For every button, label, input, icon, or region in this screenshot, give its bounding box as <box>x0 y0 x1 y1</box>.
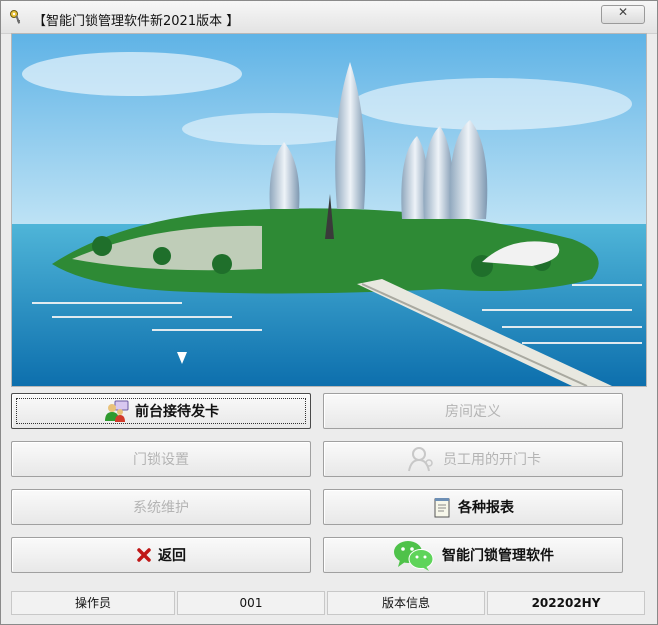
system-maintenance-button[interactable]: 系统维护 <box>11 489 311 525</box>
staff-card-label: 员工用的开门卡 <box>443 452 541 468</box>
key-icon <box>9 9 25 25</box>
red-x-icon <box>136 547 152 563</box>
main-window: 【智能门锁管理软件新2021版本 】 ✕ 前台接待发卡 房间定义 门锁设置 员工… <box>0 0 658 625</box>
title-bar[interactable]: 【智能门锁管理软件新2021版本 】 ✕ <box>1 1 657 34</box>
operator-value: 001 <box>177 591 325 615</box>
people-card-icon <box>103 399 129 423</box>
lock-settings-label: 门锁设置 <box>133 452 189 468</box>
version-label: 版本信息 <box>327 591 485 615</box>
close-icon: ✕ <box>617 5 629 19</box>
reception-card-button[interactable]: 前台接待发卡 <box>11 393 311 429</box>
staff-card-button[interactable]: 员工用的开门卡 <box>323 441 623 477</box>
back-label: 返回 <box>158 548 186 564</box>
notepad-icon <box>432 496 452 518</box>
banner-image <box>11 33 647 387</box>
lock-settings-button[interactable]: 门锁设置 <box>11 441 311 477</box>
system-maintenance-label: 系统维护 <box>133 500 189 516</box>
reports-label: 各种报表 <box>458 500 514 516</box>
status-bar: 操作员 001 版本信息 202202HY <box>11 591 647 615</box>
staff-icon <box>405 446 437 472</box>
version-value: 202202HY <box>487 591 645 615</box>
reports-button[interactable]: 各种报表 <box>323 489 623 525</box>
smart-lock-software-button[interactable]: 智能门锁管理软件 <box>323 537 623 573</box>
room-definition-label: 房间定义 <box>445 404 501 420</box>
operator-label: 操作员 <box>11 591 175 615</box>
reception-card-label: 前台接待发卡 <box>135 404 219 420</box>
back-button[interactable]: 返回 <box>11 537 311 573</box>
window-title: 【智能门锁管理软件新2021版本 】 <box>33 14 240 29</box>
room-definition-button[interactable]: 房间定义 <box>323 393 623 429</box>
wechat-icon <box>392 538 436 572</box>
close-button[interactable]: ✕ <box>601 5 645 24</box>
smart-lock-software-label: 智能门锁管理软件 <box>442 548 554 564</box>
